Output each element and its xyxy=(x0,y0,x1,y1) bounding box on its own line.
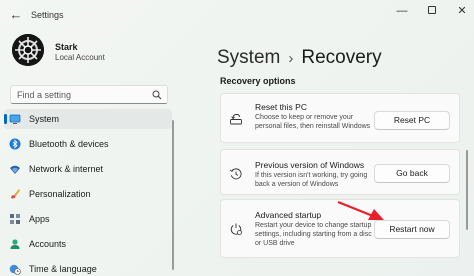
sidebar-item-network[interactable]: Network & internet xyxy=(4,159,172,179)
person-icon xyxy=(10,239,20,249)
search-input[interactable] xyxy=(17,88,147,102)
breadcrumb: System › Recovery xyxy=(217,47,382,69)
title-bar: ← Settings — ✕ xyxy=(0,0,474,30)
avatar[interactable] xyxy=(12,34,44,66)
sidebar-item-label: Network & internet xyxy=(29,164,104,174)
minimize-button[interactable]: — xyxy=(391,4,413,18)
sidebar-item-label: Personalization xyxy=(29,189,91,199)
option-description: If this version isn't working, try going… xyxy=(255,172,368,188)
back-arrow-icon[interactable]: ← xyxy=(8,7,24,23)
close-button[interactable]: ✕ xyxy=(451,4,473,18)
bluetooth-icon xyxy=(9,138,21,150)
sidebar-item-bluetooth[interactable]: Bluetooth & devices xyxy=(4,134,172,154)
user-name: Stark xyxy=(55,42,78,52)
sidebar-scrollbar[interactable] xyxy=(172,120,174,270)
maximize-button[interactable] xyxy=(421,4,443,18)
section-title: Recovery options xyxy=(220,76,296,86)
reset-pc-button[interactable]: Reset PC xyxy=(374,111,450,130)
option-card-reset: Reset this PC Choose to keep or remove y… xyxy=(220,93,460,143)
option-card-advanced-startup: Advanced startup Restart your device to … xyxy=(220,199,460,258)
search-box[interactable] xyxy=(10,85,168,104)
sidebar-item-system[interactable]: System xyxy=(4,109,172,129)
settings-window: ← Settings — ✕ Stark Local Account Find … xyxy=(0,0,474,276)
sidebar-item-label: Time & language xyxy=(29,264,97,274)
sidebar-item-label: Apps xyxy=(29,214,50,224)
monitor-icon xyxy=(9,114,21,124)
wifi-icon xyxy=(10,165,20,174)
brush-icon xyxy=(11,189,20,199)
go-back-button[interactable]: Go back xyxy=(374,164,450,183)
history-icon xyxy=(229,168,242,180)
page-title: Recovery xyxy=(301,47,382,68)
maximize-icon xyxy=(428,6,436,14)
option-title: Previous version of Windows xyxy=(255,160,365,170)
avatar-image xyxy=(12,34,44,66)
apps-icon xyxy=(10,214,20,224)
sidebar-item-apps[interactable]: Apps xyxy=(4,209,172,229)
sidebar-item-label: System xyxy=(29,114,60,124)
breadcrumb-parent[interactable]: System xyxy=(217,47,280,68)
option-card-go-back: Previous version of Windows If this vers… xyxy=(220,149,460,195)
reset-pc-icon xyxy=(230,114,242,125)
sidebar-item-time-language[interactable]: Time & language xyxy=(4,259,172,276)
search-icon[interactable] xyxy=(152,90,162,100)
sidebar-item-accounts[interactable]: Accounts xyxy=(4,234,172,254)
content-scrollbar[interactable] xyxy=(466,150,468,230)
option-title: Advanced startup xyxy=(255,210,322,220)
active-indicator xyxy=(4,114,7,124)
account-type: Local Account xyxy=(55,53,105,62)
sidebar-item-label: Bluetooth & devices xyxy=(29,139,109,149)
app-title: Settings xyxy=(31,10,64,20)
sidebar-item-label: Accounts xyxy=(29,239,67,249)
advanced-startup-icon xyxy=(230,223,242,235)
sidebar-item-personalization[interactable]: Personalization xyxy=(4,184,172,204)
restart-now-button[interactable]: Restart now xyxy=(374,220,450,239)
globe-clock-icon xyxy=(9,264,21,275)
option-title: Reset this PC xyxy=(255,102,307,112)
option-description: Choose to keep or remove your personal f… xyxy=(255,114,371,130)
option-description: Restart your device to change startup se… xyxy=(255,222,372,247)
breadcrumb-separator: › xyxy=(288,50,294,67)
